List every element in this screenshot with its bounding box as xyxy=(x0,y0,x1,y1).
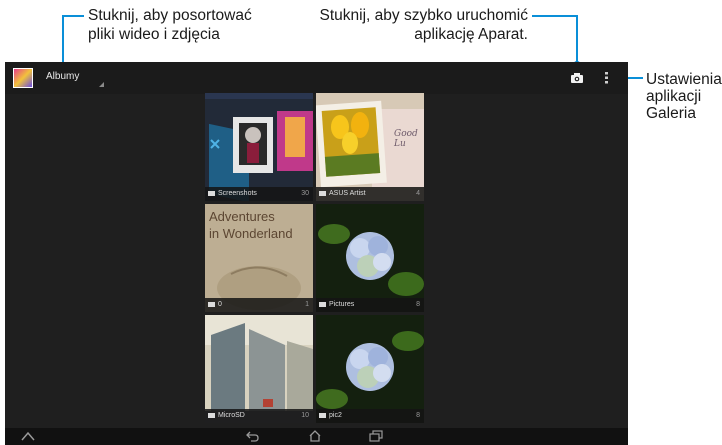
callout-settings-line3: Galeria xyxy=(646,105,696,122)
album-tile-asus-artist[interactable]: Good Lu ASUS Artist 4 xyxy=(316,93,424,201)
folder-icon xyxy=(208,191,215,196)
folder-icon xyxy=(319,413,326,418)
callout-sort-line1: Stuknij, aby posortować xyxy=(88,7,252,24)
gallery-screen: Albumy Screenshots 30 Good Lu ASUS Artis… xyxy=(5,62,628,445)
album-name: Screenshots xyxy=(218,190,257,197)
album-count: 8 xyxy=(416,412,420,419)
callout-settings-line2: aplikacji xyxy=(646,88,702,105)
callout-sort-line2: pliki wideo i zdjęcia xyxy=(88,26,220,43)
album-count: 10 xyxy=(301,412,309,419)
folder-icon xyxy=(208,413,215,418)
album-caption: Pictures 8 xyxy=(316,298,424,312)
album-thumbnail xyxy=(316,204,424,312)
album-name: Pictures xyxy=(329,301,355,308)
album-tile-pictures[interactable]: Pictures 8 xyxy=(316,204,424,312)
callout-camera-line-v xyxy=(576,15,578,63)
album-name: pic2 xyxy=(329,412,342,419)
album-count: 30 xyxy=(301,190,309,197)
spinner-triangle-icon xyxy=(99,82,104,87)
album-thumbnail xyxy=(205,315,313,423)
album-caption: ASUS Artist 4 xyxy=(316,187,424,201)
chevron-up-icon[interactable] xyxy=(21,430,35,442)
album-thumbnail xyxy=(205,93,313,201)
album-caption: pic2 8 xyxy=(316,409,424,423)
callout-sort-line-h xyxy=(62,15,84,17)
navigation-bar xyxy=(5,428,628,445)
album-count: 4 xyxy=(416,190,420,197)
album-tile-microsd[interactable]: MicroSD 10 xyxy=(205,315,313,423)
book-title-line1: Adventures xyxy=(209,209,275,224)
album-name: MicroSD xyxy=(218,412,245,419)
book-title-line2: in Wonderland xyxy=(209,226,293,241)
home-icon[interactable] xyxy=(308,430,322,442)
album-caption: Screenshots 30 xyxy=(205,187,313,201)
folder-icon xyxy=(208,302,215,307)
gallery-app-icon[interactable] xyxy=(13,68,33,88)
callout-settings: Ustawienia aplikacji Galeria xyxy=(646,71,722,122)
callout-sort: Stuknij, aby posortować pliki wideo i zd… xyxy=(88,6,252,44)
album-thumbnail xyxy=(316,315,424,423)
album-count: 1 xyxy=(305,301,309,308)
album-caption: MicroSD 10 xyxy=(205,409,313,423)
camera-icon[interactable] xyxy=(571,73,583,83)
overflow-menu-icon[interactable] xyxy=(605,72,608,84)
callout-settings-line1: Ustawienia xyxy=(646,71,722,88)
album-tile-0[interactable]: Adventures in Wonderland 0 1 xyxy=(205,204,313,312)
back-icon[interactable] xyxy=(245,430,259,442)
folder-icon xyxy=(319,302,326,307)
album-name: ASUS Artist xyxy=(329,190,366,197)
album-tile-screenshots[interactable]: Screenshots 30 xyxy=(205,93,313,201)
folder-icon xyxy=(319,191,326,196)
callout-settings-line xyxy=(626,77,643,79)
albums-spinner[interactable]: Albumy xyxy=(46,71,79,82)
callout-camera: Stuknij, aby szybko uruchomić aplikację … xyxy=(310,6,528,44)
book-title: Adventures in Wonderland xyxy=(209,208,293,242)
callout-camera-line2: aplikację Aparat. xyxy=(414,26,528,43)
recent-apps-icon[interactable] xyxy=(369,430,383,442)
album-name: 0 xyxy=(218,301,222,308)
action-bar: Albumy xyxy=(5,62,628,94)
callout-camera-line-h xyxy=(532,15,578,17)
album-tile-pic2[interactable]: pic2 8 xyxy=(316,315,424,423)
album-caption: 0 1 xyxy=(205,298,313,312)
album-grid: Screenshots 30 Good Lu ASUS Artist 4 Adv… xyxy=(205,93,425,429)
album-count: 8 xyxy=(416,301,420,308)
card-handwriting: Good Lu xyxy=(394,129,418,149)
callout-camera-line1: Stuknij, aby szybko uruchomić xyxy=(319,7,528,24)
